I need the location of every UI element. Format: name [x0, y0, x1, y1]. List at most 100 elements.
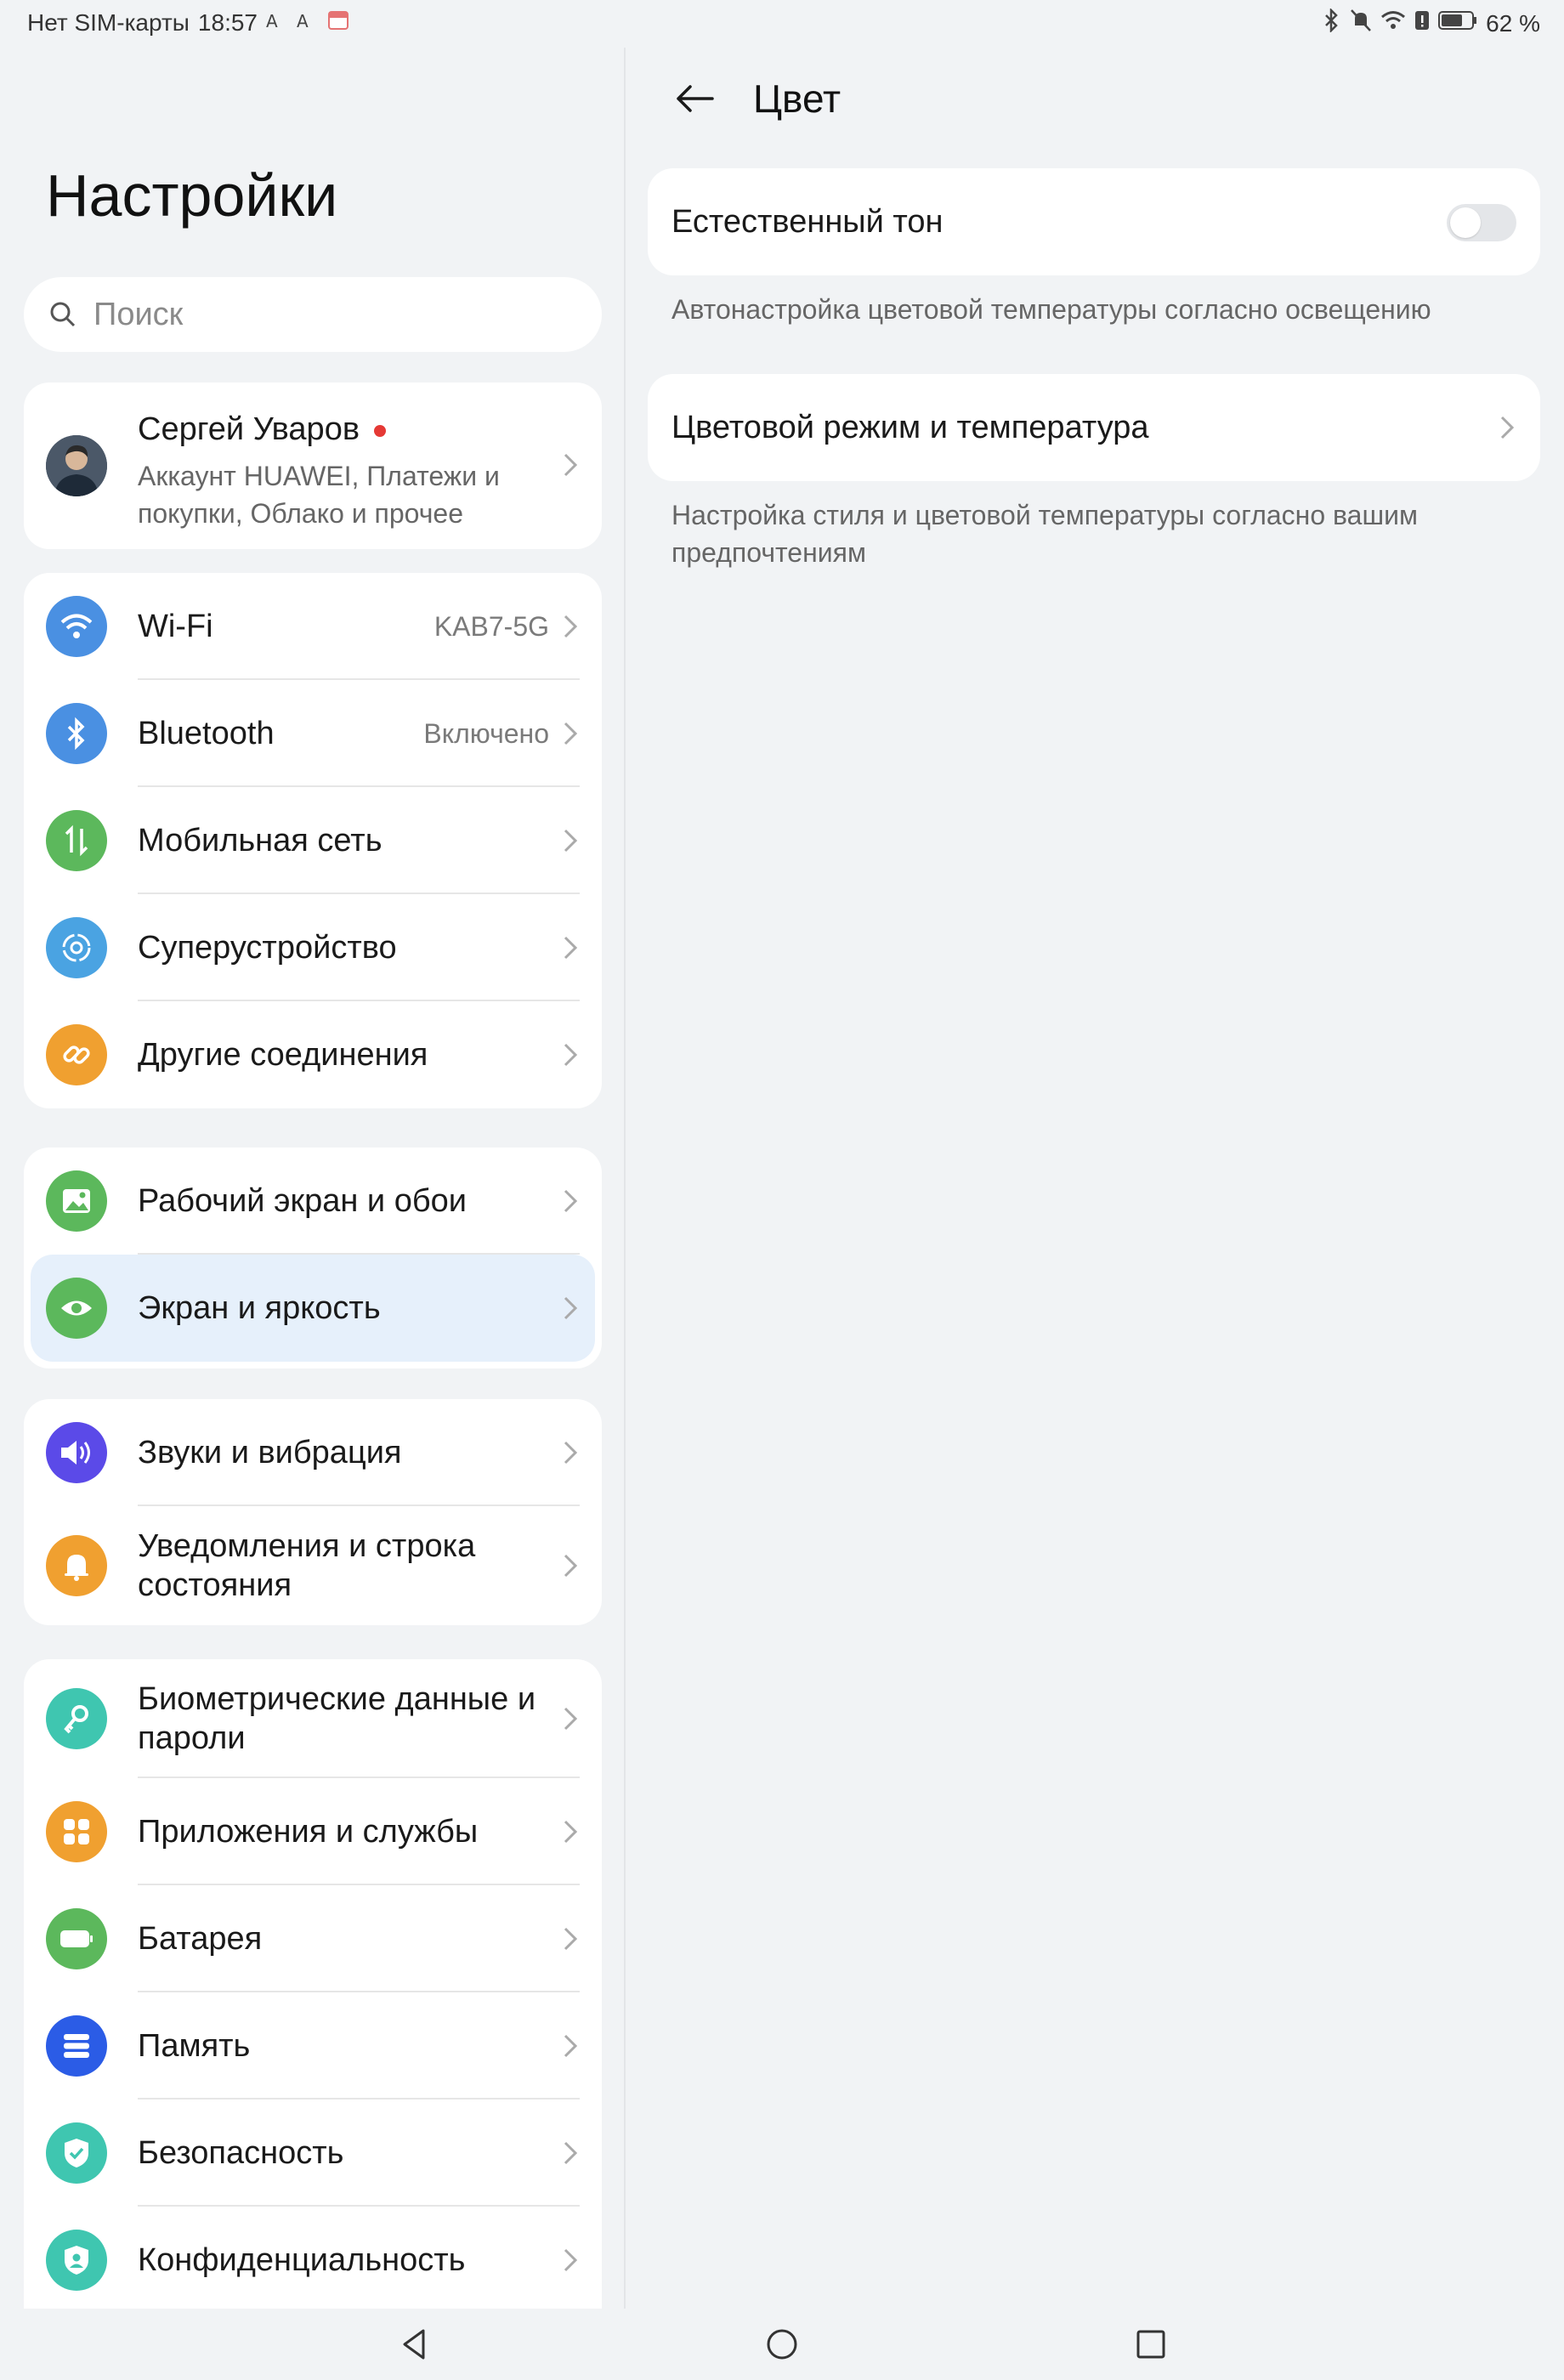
natural-tone-toggle[interactable]: [1447, 204, 1516, 241]
profile-subtitle: Аккаунт HUAWEI, Платежи и покупки, Облак…: [138, 461, 500, 529]
bluetooth-icon: [46, 703, 107, 764]
system-navigation-bar: [0, 2309, 1564, 2380]
notification-dot: [374, 425, 386, 437]
display-group: Рабочий экран и обои Экран и яркость: [24, 1148, 602, 1368]
sidebar-item-label: Батарея: [138, 1920, 263, 1957]
chevron-right-icon: [564, 1189, 578, 1213]
wallpaper-icon: [46, 1170, 107, 1232]
wifi-network-name: KAB7-5G: [434, 610, 549, 642]
sidebar-item-label: Конфиденциальность: [138, 2241, 466, 2278]
apps-icon: [46, 1801, 107, 1862]
sidebar-item-label: Рабочий экран и обои: [138, 1182, 467, 1219]
alert-status-icon: [1414, 9, 1430, 37]
chevron-right-icon: [564, 615, 578, 638]
connectivity-group: Wi-Fi KAB7-5G Bluetooth Включено Мобильн…: [24, 573, 602, 1108]
search-placeholder: Поиск: [94, 296, 184, 332]
sidebar-item-biometrics[interactable]: Биометрические данные и пароли: [24, 1659, 602, 1778]
page-title: Настройки: [46, 162, 338, 229]
chevron-right-icon: [564, 1043, 578, 1067]
chevron-right-icon: [564, 1554, 578, 1578]
color-mode-row[interactable]: Цветовой режим и температура: [648, 374, 1540, 481]
sidebar-item-super-device[interactable]: Суперустройство: [24, 894, 602, 1001]
chevron-right-icon: [564, 2248, 578, 2272]
search-icon: [50, 302, 76, 327]
app-notification-icon: A: [266, 9, 288, 37]
chevron-right-icon: [1500, 416, 1515, 439]
key-icon: [46, 1688, 107, 1749]
sidebar-item-label: Экран и яркость: [138, 1289, 381, 1326]
nav-home-icon[interactable]: [763, 2326, 801, 2363]
sidebar-item-label: Другие соединения: [138, 1036, 428, 1073]
storage-icon: [46, 2015, 107, 2077]
pane-divider: [624, 48, 626, 2309]
profile-name: Сергей Уваров: [138, 411, 360, 447]
back-arrow-icon[interactable]: [672, 75, 719, 122]
sidebar-item-wifi[interactable]: Wi-Fi KAB7-5G: [24, 573, 602, 680]
time-text: 18:57: [197, 8, 258, 36]
sidebar-item-mobile-network[interactable]: Мобильная сеть: [24, 787, 602, 894]
chevron-right-icon: [564, 453, 578, 477]
sidebar-item-apps[interactable]: Приложения и службы: [24, 1778, 602, 1885]
natural-tone-row[interactable]: Естественный тон: [648, 168, 1540, 275]
sidebar-item-storage[interactable]: Память: [24, 1992, 602, 2100]
detail-title: Цвет: [753, 76, 842, 121]
chevron-right-icon: [564, 1707, 578, 1731]
chevron-right-icon: [564, 1441, 578, 1465]
wifi-status-icon: [1380, 9, 1406, 37]
sidebar-item-label: Безопасность: [138, 2134, 344, 2171]
sidebar-item-battery[interactable]: Батарея: [24, 1885, 602, 1992]
system-group: Биометрические данные и пароли Приложени…: [24, 1659, 602, 2314]
bluetooth-status-icon: [1323, 7, 1341, 38]
chevron-right-icon: [564, 829, 578, 853]
bluetooth-status: Включено: [423, 717, 549, 749]
toggle-knob: [1450, 207, 1481, 238]
chevron-right-icon: [564, 1927, 578, 1951]
sidebar-item-label: Приложения и службы: [138, 1813, 479, 1850]
sidebar-item-bluetooth[interactable]: Bluetooth Включено: [24, 680, 602, 787]
sidebar-item-privacy[interactable]: Конфиденциальность: [24, 2207, 602, 2314]
sidebar-item-other-connections[interactable]: Другие соединения: [24, 1001, 602, 1108]
chevron-right-icon: [564, 936, 578, 960]
chevron-right-icon: [564, 722, 578, 745]
sidebar-item-notifications[interactable]: Уведомления и строка состояния: [24, 1506, 602, 1625]
natural-tone-description: Автонастройка цветовой температуры согла…: [672, 294, 1431, 325]
battery-icon: [46, 1908, 107, 1969]
detail-header: Цвет: [672, 75, 841, 122]
account-row[interactable]: Сергей Уваров Аккаунт HUAWEI, Платежи и …: [24, 382, 602, 549]
super-device-icon: [46, 917, 107, 978]
sidebar-item-label: Wi-Fi: [138, 608, 213, 644]
sidebar-item-label: Биометрические данные и пароли: [138, 1681, 536, 1756]
nav-recents-icon[interactable]: [1132, 2326, 1170, 2363]
app-notification-icon: A: [297, 9, 319, 37]
mobile-network-icon: [46, 810, 107, 871]
sidebar-item-wallpaper[interactable]: Рабочий экран и обои: [24, 1148, 602, 1255]
natural-tone-label: Естественный тон: [672, 204, 944, 240]
chevron-right-icon: [564, 1296, 578, 1320]
shield-icon: [46, 2122, 107, 2184]
wifi-icon: [46, 596, 107, 657]
sidebar-item-label: Звуки и вибрация: [138, 1434, 402, 1470]
sidebar-item-label: Память: [138, 2027, 251, 2064]
sidebar-item-security[interactable]: Безопасность: [24, 2100, 602, 2207]
privacy-icon: [46, 2230, 107, 2291]
sidebar-item-display-brightness[interactable]: Экран и яркость: [31, 1255, 595, 1362]
link-icon: [46, 1024, 107, 1085]
sidebar-item-label: Мобильная сеть: [138, 822, 382, 858]
color-mode-label: Цветовой режим и температура: [672, 410, 1149, 445]
sound-notification-group: Звуки и вибрация Уведомления и строка со…: [24, 1399, 602, 1625]
nav-back-icon[interactable]: [396, 2326, 434, 2363]
battery-status-icon: [1438, 9, 1477, 37]
search-input[interactable]: Поиск: [24, 277, 602, 352]
bell-icon: [46, 1535, 107, 1596]
sidebar-item-label: Bluetooth: [138, 715, 275, 751]
chevron-right-icon: [564, 2034, 578, 2058]
calendar-notification-icon: [327, 8, 349, 37]
sidebar-item-label: Уведомления и строка состояния: [138, 1528, 476, 1603]
eye-icon: [46, 1278, 107, 1339]
mute-bell-icon: [1350, 8, 1372, 38]
profile-card[interactable]: Сергей Уваров Аккаунт HUAWEI, Платежи и …: [24, 382, 602, 549]
chevron-right-icon: [564, 1820, 578, 1844]
battery-percent: 62 %: [1486, 9, 1540, 37]
svg-text:A: A: [297, 12, 309, 31]
sidebar-item-sounds[interactable]: Звуки и вибрация: [24, 1399, 602, 1506]
